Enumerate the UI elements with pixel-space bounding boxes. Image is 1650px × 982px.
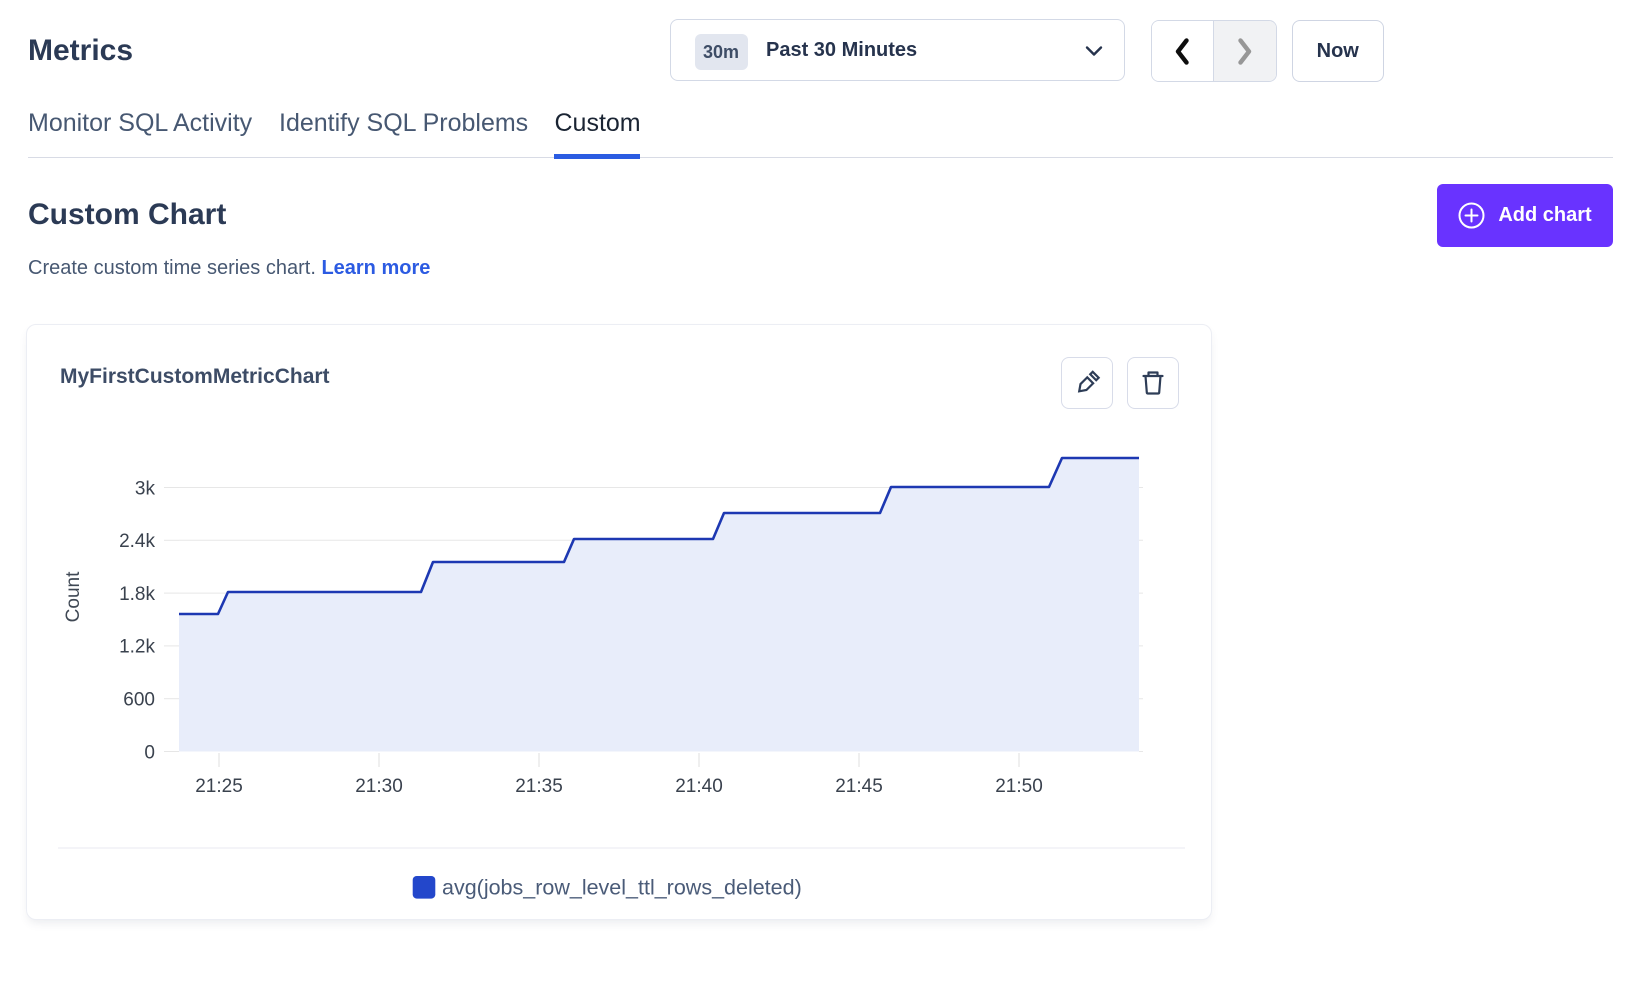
- svg-text:21:35: 21:35: [515, 776, 563, 797]
- svg-text:600: 600: [123, 690, 155, 711]
- svg-text:3k: 3k: [135, 478, 156, 499]
- svg-text:21:30: 21:30: [355, 776, 403, 797]
- svg-text:21:50: 21:50: [995, 776, 1043, 797]
- svg-text:2.4k: 2.4k: [119, 531, 155, 552]
- svg-text:avg(jobs_row_level_ttl_rows_de: avg(jobs_row_level_ttl_rows_deleted): [442, 876, 802, 900]
- svg-text:Count: Count: [63, 571, 84, 622]
- svg-text:21:40: 21:40: [675, 776, 723, 797]
- svg-text:1.2k: 1.2k: [119, 637, 155, 658]
- svg-text:21:45: 21:45: [835, 776, 883, 797]
- svg-text:0: 0: [144, 742, 155, 763]
- svg-text:1.8k: 1.8k: [119, 584, 155, 605]
- svg-text:21:25: 21:25: [195, 776, 243, 797]
